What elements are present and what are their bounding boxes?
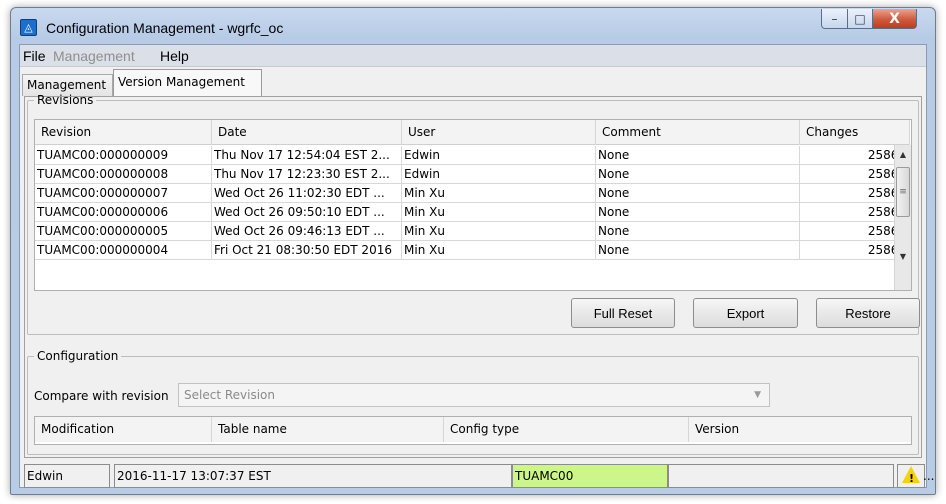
cell-comment: None [596,241,800,260]
cell-date: Wed Oct 26 09:46:13 EDT ... [212,222,402,241]
cell-date: Wed Oct 26 09:50:10 EDT ... [212,203,402,222]
version-management-panel: Revisions Revision Date User Comment Cha… [24,93,922,458]
cell-comment: None [596,203,800,222]
col-comment[interactable]: Comment [596,120,800,145]
cell-user: Min Xu [402,241,596,260]
configuration-legend: Configuration [37,349,119,363]
col-changes[interactable]: Changes [800,120,910,145]
status-more: ... [923,469,935,483]
menu-management[interactable]: Management [53,48,135,64]
warning-mark: ! [909,472,915,485]
menu-help[interactable]: Help [160,48,189,64]
revisions-group: Revisions Revision Date User Comment Cha… [27,93,920,335]
minimize-button[interactable]: – [821,9,848,29]
cell-comment: None [596,184,800,203]
menu-file[interactable]: File [23,48,46,64]
cell-revision: TUAMC00:000000004 [35,241,212,260]
col-modification[interactable]: Modification [35,417,212,442]
status-user: Edwin [24,464,110,488]
status-timestamp: 2016-11-17 13:07:37 EST [114,464,512,488]
chevron-down-icon[interactable]: ▼ [754,384,761,406]
cell-revision: TUAMC00:000000005 [35,222,212,241]
cell-revision: TUAMC00:000000008 [35,165,212,184]
cell-date: Thu Nov 17 12:23:30 EST 2... [212,165,402,184]
scroll-thumb[interactable]: ≡ [896,167,910,217]
cell-comment: None [596,165,800,184]
col-config-type[interactable]: Config type [444,417,689,442]
window-title: Configuration Management - wgrfc_oc [46,20,284,36]
col-date[interactable]: Date [212,120,402,145]
scroll-up-arrow-icon[interactable]: ▲ [895,147,911,163]
cell-revision: TUAMC00:000000007 [35,184,212,203]
revisions-scrollbar[interactable]: ▲ ≡ ▼ [894,145,911,290]
cell-date: Wed Oct 26 11:02:30 EDT ... [212,184,402,203]
col-table-name[interactable]: Table name [212,417,444,442]
cell-user: Edwin [402,165,596,184]
cell-user: Min Xu [402,184,596,203]
cell-revision: TUAMC00:000000006 [35,203,212,222]
client-area: File Management Help Management Version … [19,44,934,488]
menu-bar: File Management Help [20,45,926,67]
compare-revision-select[interactable]: Select Revision ▼ [178,383,770,407]
compare-revision-select-value: Select Revision [184,388,275,402]
cell-date: Thu Nov 17 12:54:04 EST 2... [212,146,402,165]
export-button[interactable]: Export [693,298,798,328]
status-empty [668,464,894,488]
scroll-down-arrow-icon[interactable]: ▼ [895,249,911,265]
cell-comment: None [596,146,800,165]
title-bar[interactable]: ◬ Configuration Management - wgrfc_oc – … [11,8,935,44]
configuration-group: Configuration Compare with revision Sele… [27,349,919,455]
cell-comment: None [596,222,800,241]
configuration-table: Modification Table name Config type Vers… [34,416,912,445]
revisions-table: Revision Date User Comment Changes TUAMC… [34,119,912,291]
col-version[interactable]: Version [689,417,913,442]
col-user[interactable]: User [402,120,596,145]
cell-user: Min Xu [402,203,596,222]
compare-revision-label: Compare with revision [34,389,169,403]
tab-strip: Management Version Management [20,68,926,96]
app-window: ◬ Configuration Management - wgrfc_oc – … [10,7,936,495]
full-reset-button[interactable]: Full Reset [571,298,675,328]
maximize-button[interactable]: □ [847,9,873,29]
cell-user: Edwin [402,146,596,165]
tab-version-management[interactable]: Version Management [113,69,262,96]
close-button[interactable]: X [872,9,917,29]
restore-button[interactable]: Restore [816,298,920,328]
status-warning[interactable]: ! ... [897,464,934,488]
app-icon: ◬ [20,19,37,36]
cell-revision: TUAMC00:000000009 [35,146,212,165]
cell-user: Min Xu [402,222,596,241]
status-config: TUAMC00 [512,464,668,488]
configuration-table-header: Modification Table name Config type Vers… [35,417,911,442]
col-revision[interactable]: Revision [35,120,212,145]
cell-date: Fri Oct 21 08:30:50 EDT 2016 [212,241,402,260]
status-bar: Edwin 2016-11-17 13:07:37 EST TUAMC00 ! … [20,461,934,488]
revisions-legend: Revisions [37,93,94,107]
revisions-table-header: Revision Date User Comment Changes [35,120,910,145]
